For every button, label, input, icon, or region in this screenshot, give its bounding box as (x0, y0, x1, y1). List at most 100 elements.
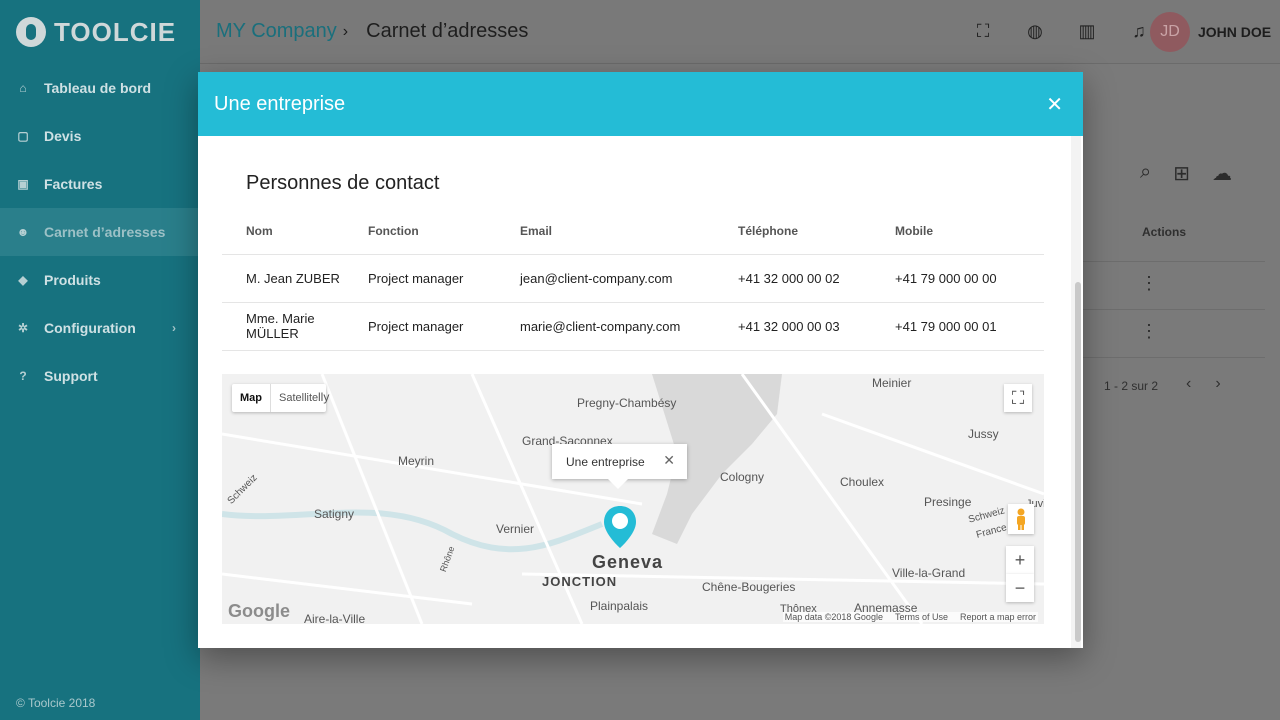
contacts-table: Nom Fonction Email Téléphone Mobile M. J… (222, 208, 1044, 351)
bell-icon[interactable]: ♫ (1128, 18, 1150, 44)
map-place-label: Vernier (496, 522, 535, 536)
quote-icon: ▢ (17, 129, 29, 143)
fullscreen-icon[interactable]: ⛶ (1004, 384, 1032, 412)
map-pin-icon[interactable] (602, 504, 638, 550)
close-icon[interactable]: ✕ (663, 452, 675, 469)
dialog-header: Une entreprise ✕ (198, 72, 1083, 136)
sidebar-item-label: Produits (44, 272, 101, 288)
map-place-label: Satigny (314, 507, 355, 521)
divider (1080, 261, 1265, 262)
map-place-label: Presinge (924, 495, 972, 509)
fullscreen-icon[interactable]: ⛶ (972, 18, 994, 44)
map-place-label: Pregny-Chambésy (577, 396, 677, 410)
sidebar-item-invoices[interactable]: ▣ Factures (0, 160, 200, 208)
sidebar-item-configuration[interactable]: ✲ Configuration › (0, 304, 200, 352)
help-icon: ? (19, 369, 27, 383)
search-icon[interactable]: ⌕ (1140, 161, 1151, 186)
avatar[interactable]: JD (1150, 12, 1190, 52)
pagination-info: 1 - 2 sur 2 (1104, 379, 1159, 393)
invoice-icon: ▣ (17, 177, 29, 191)
building-icon[interactable]: ▥ (1076, 18, 1098, 44)
breadcrumb-company[interactable]: MY Company (216, 20, 337, 43)
sidebar: TOOLCIE ⌂ Tableau de bord ▢ Devis ▣ Fact… (0, 0, 200, 720)
info-window-text: Une entreprise (566, 454, 645, 469)
map-place-label: Jussy (968, 427, 999, 441)
app-logo[interactable]: TOOLCIE (0, 0, 200, 64)
chevron-left-icon[interactable]: ‹ (1186, 375, 1191, 393)
map-place-label: Aire-la-Ville (304, 612, 366, 624)
sidebar-item-support[interactable]: ? Support (0, 352, 200, 400)
column-header: Email (520, 208, 738, 255)
contact-phone-link[interactable]: +41 32 000 00 02 (738, 254, 895, 303)
contact-mobile-link[interactable]: +41 79 000 00 01 (895, 302, 1044, 351)
location-map[interactable]: Map Satellite lly Pregny-Chambésy Grand-… (222, 374, 1044, 624)
map-place-label: Meyrin (398, 454, 435, 468)
map-place-label: Chêne-Bougeries (702, 580, 796, 594)
section-title: Personnes de contact (246, 172, 440, 194)
map-tab[interactable]: Map (232, 384, 271, 412)
contact-role: Project manager (368, 254, 520, 303)
table-row: Mme. Marie MÜLLER Project manager marie@… (222, 302, 1044, 351)
sidebar-item-label: Devis (44, 128, 82, 144)
products-icon: ◆ (18, 273, 28, 287)
column-header: Téléphone (738, 208, 895, 255)
gear-icon: ✲ (17, 321, 29, 335)
list-toolbar: ⌕ ⊞ ☁ (1140, 161, 1232, 186)
company-dialog: Une entreprise ✕ Personnes de contact No… (198, 72, 1083, 648)
more-vert-icon[interactable]: ⋮ (1140, 273, 1158, 294)
sidebar-item-label: Configuration (44, 320, 136, 336)
chevron-right-icon[interactable]: › (1215, 375, 1220, 393)
contact-phone-link[interactable]: +41 32 000 00 03 (738, 302, 895, 351)
globe-icon[interactable]: ◍ (1024, 18, 1046, 44)
river-shape (222, 509, 604, 553)
more-vert-icon[interactable]: ⋮ (1140, 321, 1158, 342)
pegman-icon[interactable] (1008, 504, 1034, 534)
contacts-icon: ☻ (16, 225, 30, 239)
copyright: © Toolcie 2018 (16, 696, 96, 710)
map-place-label: Ville-la-Grand (892, 566, 966, 580)
close-icon[interactable]: ✕ (1046, 92, 1063, 117)
logo-icon (16, 17, 46, 47)
logo-text: TOOLCIE (54, 16, 177, 47)
zoom-out-button[interactable]: − (1006, 574, 1034, 602)
column-header: Mobile (895, 208, 1044, 255)
dialog-scrollbar-thumb[interactable] (1075, 282, 1081, 642)
top-actions: ⛶ ◍ ▥ ♫ (972, 18, 1150, 44)
sidebar-item-label: Tableau de bord (44, 80, 152, 96)
add-icon[interactable]: ⊞ (1173, 161, 1190, 186)
sidebar-item-contacts[interactable]: ☻ Carnet d’adresses (0, 208, 200, 256)
home-icon: ⌂ (19, 81, 27, 95)
dialog-body: Personnes de contact Nom Fonction Email … (198, 136, 1068, 648)
terms-link[interactable]: Terms of Use (895, 612, 948, 622)
page-title: Carnet d’adresses (366, 20, 529, 42)
table-row: M. Jean ZUBER Project manager jean@clien… (222, 254, 1044, 303)
sidebar-item-label: Support (44, 368, 98, 384)
contact-email-link[interactable]: jean@client-company.com (520, 254, 738, 303)
divider (1080, 309, 1265, 310)
sidebar-item-label: Carnet d’adresses (44, 224, 166, 240)
sidebar-item-quotes[interactable]: ▢ Devis (0, 112, 200, 160)
report-error-link[interactable]: Report a map error (960, 612, 1036, 622)
column-header: Nom (222, 208, 368, 255)
map-place-label: Geneva (592, 552, 664, 572)
map-data-text: Map data ©2018 Google (784, 612, 883, 622)
sidebar-item-products[interactable]: ◆ Produits (0, 256, 200, 304)
zoom-in-button[interactable]: + (1006, 546, 1034, 574)
top-bar: MY Company › Carnet d’adresses ⛶ ◍ ▥ ♫ J… (200, 0, 1280, 64)
breadcrumb-separator: › (342, 22, 349, 40)
map-place-label: Plainpalais (590, 599, 649, 613)
pagination-controls: ‹ › (1186, 375, 1221, 393)
divider (1080, 357, 1265, 358)
contact-email-link[interactable]: marie@client-company.com (520, 302, 738, 351)
user-name[interactable]: JOHN DOE (1198, 24, 1271, 40)
sidebar-item-dashboard[interactable]: ⌂ Tableau de bord (0, 64, 200, 112)
map-place-label: lly (318, 390, 330, 404)
sidebar-nav: ⌂ Tableau de bord ▢ Devis ▣ Factures ☻ C… (0, 64, 200, 400)
contact-mobile-link[interactable]: +41 79 000 00 00 (895, 254, 1044, 303)
map-place-label: Choulex (840, 475, 885, 489)
road-lines (222, 374, 1044, 624)
map-type-control: Map Satellite (232, 384, 327, 412)
google-logo: Google (228, 601, 290, 621)
cloud-download-icon[interactable]: ☁ (1212, 161, 1232, 186)
actions-header: Actions (1142, 225, 1187, 239)
